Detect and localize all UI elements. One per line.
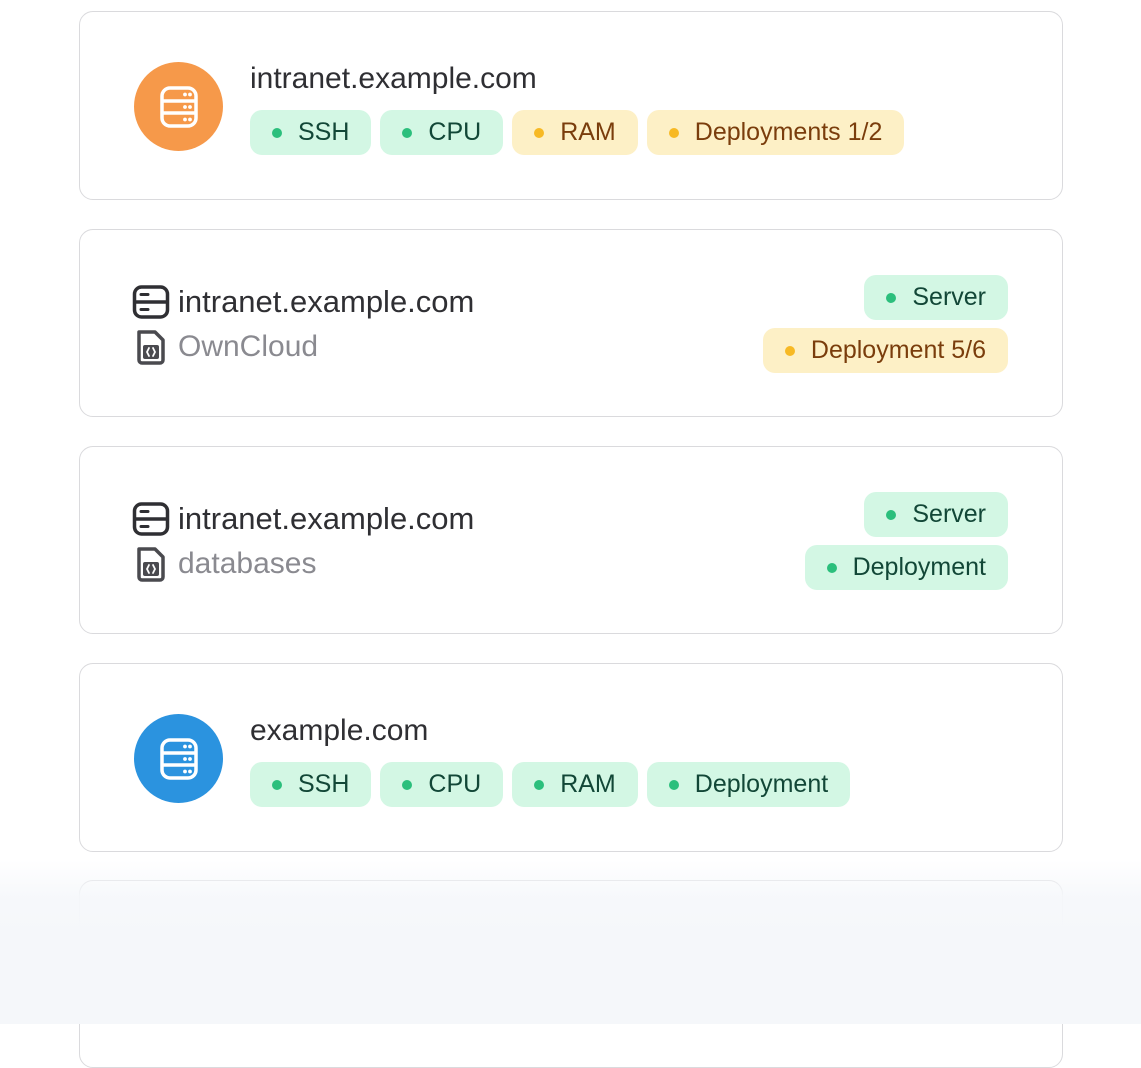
status-badge-server: Server (864, 926, 1008, 971)
host-avatar (134, 62, 223, 151)
status-badge-cpu: CPU (380, 762, 504, 807)
status-dot (272, 779, 282, 790)
status-dot (534, 779, 545, 790)
server-name: intranet.example.com (178, 284, 475, 319)
status-dot (784, 345, 795, 356)
status-dot (668, 779, 679, 790)
deployment-app-line: OwnCloud (132, 328, 318, 366)
status-dot (886, 292, 897, 303)
status-badge-ssh: SSH (250, 762, 372, 807)
server-stack-icon (159, 85, 198, 128)
host-title: intranet.example.com (250, 62, 537, 95)
deployment-server-line: intranet.example.com (132, 283, 474, 321)
code-file-icon (137, 330, 165, 365)
status-badge-deployment: Deployment (804, 545, 1008, 590)
status-badge-server: Server (864, 492, 1008, 537)
deployment-app-line: databases (132, 545, 316, 583)
server-icon (132, 502, 170, 536)
deployment-card[interactable]: example.com Server (79, 880, 1063, 1068)
status-badge-server: Server (864, 275, 1008, 320)
status-badge-cpu: CPU (380, 110, 504, 155)
status-badge-ssh: SSH (250, 110, 372, 155)
server-stack-icon (159, 737, 198, 780)
server-name: example.com (178, 935, 363, 970)
code-file-icon (137, 547, 165, 582)
server-name: intranet.example.com (178, 501, 475, 536)
server-icon (132, 285, 170, 319)
deployment-card[interactable]: intranet.example.com databases Server De… (79, 446, 1063, 634)
badge-row: SSH CPU RAM Deployment (250, 762, 851, 807)
host-card[interactable]: example.com SSH CPU RAM Deployment (79, 663, 1063, 852)
status-badge-deployments: Deployments 1/2 (646, 110, 905, 155)
status-dot (534, 127, 545, 138)
deployment-card[interactable]: intranet.example.com OwnCloud Server Dep… (79, 229, 1063, 417)
status-dot (668, 127, 679, 138)
deployment-server-line: example.com (132, 934, 362, 972)
status-dot (886, 509, 897, 520)
status-dot (826, 562, 837, 573)
app-name: OwnCloud (178, 330, 319, 363)
host-card[interactable]: intranet.example.com SSH CPU RAM Deploym… (79, 11, 1063, 200)
status-dot (402, 127, 413, 138)
host-title: example.com (250, 714, 429, 747)
app-name: databases (178, 547, 317, 580)
status-dot (272, 127, 282, 138)
server-icon (132, 936, 170, 970)
badge-row: SSH CPU RAM Deployments 1/2 (250, 110, 905, 155)
status-dot (886, 943, 897, 954)
host-avatar (134, 714, 223, 803)
status-badge-deployment: Deployment 5/6 (762, 328, 1008, 373)
status-badge-ram: RAM (512, 762, 638, 807)
status-badge-ram: RAM (512, 110, 638, 155)
deployment-server-line: intranet.example.com (132, 500, 474, 538)
status-badge-deployment: Deployment (646, 762, 851, 807)
status-dot (402, 779, 413, 790)
